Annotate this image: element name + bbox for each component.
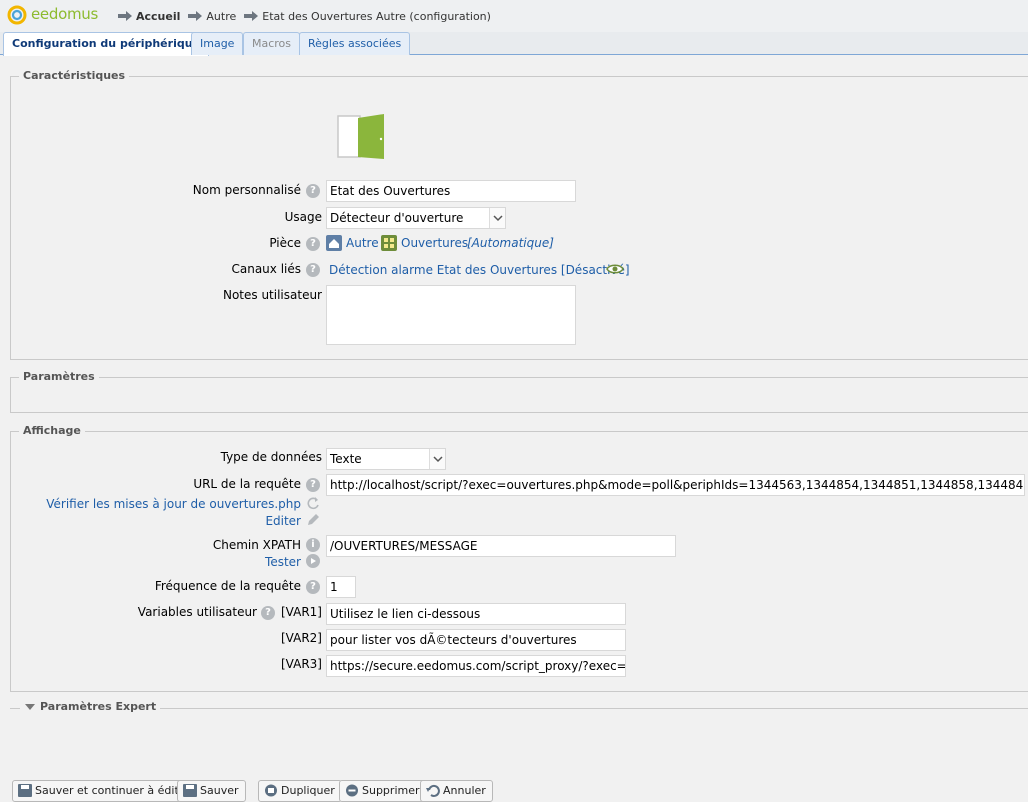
- label-url: URL de la requête: [193, 477, 301, 491]
- room-icon: [381, 235, 397, 251]
- nom-input[interactable]: Etat des Ouvertures: [326, 180, 576, 202]
- type-value: Texte: [330, 452, 362, 466]
- legend-caracteristiques: Caractéristiques: [19, 69, 130, 82]
- duplicate-label: Dupliquer: [281, 784, 335, 797]
- refresh-icon[interactable]: [306, 496, 320, 510]
- tab-bar: Configuration du périphérique Image Macr…: [0, 32, 1028, 56]
- piece-name-link[interactable]: Ouvertures: [401, 236, 468, 250]
- label-usage: Usage: [284, 210, 322, 224]
- label-var1: [VAR1]: [281, 605, 322, 619]
- arrow-right-icon: [188, 11, 203, 21]
- help-icon[interactable]: ?: [261, 606, 275, 620]
- cancel-button[interactable]: Annuler: [420, 780, 493, 802]
- tab-image[interactable]: Image: [191, 32, 244, 55]
- tab-configuration[interactable]: Configuration du périphérique: [3, 32, 210, 56]
- frequence-input[interactable]: 1: [326, 576, 356, 598]
- delete-button[interactable]: Supprimer: [339, 780, 427, 802]
- fieldset-parametres: Paramètres: [10, 370, 1028, 413]
- label-var3: [VAR3]: [281, 657, 322, 671]
- help-icon[interactable]: ?: [306, 237, 320, 251]
- duplicate-button[interactable]: Dupliquer: [258, 780, 342, 802]
- info-icon[interactable]: i: [306, 538, 320, 552]
- tab-regles[interactable]: Règles associées: [299, 32, 411, 55]
- cancel-label: Annuler: [443, 784, 486, 797]
- floppy-icon: [18, 784, 32, 797]
- play-icon[interactable]: [306, 554, 320, 568]
- delete-icon: [346, 784, 358, 797]
- tab-macros: Macros: [243, 32, 301, 55]
- label-frequence: Fréquence de la requête: [154, 579, 301, 593]
- breadcrumb-current: Etat des Ouvertures Autre (configuration…: [262, 9, 491, 23]
- chevron-down-icon[interactable]: [429, 449, 445, 469]
- breadcrumb-home[interactable]: Accueil: [136, 10, 180, 23]
- logo-text[interactable]: eedomus: [31, 5, 98, 23]
- label-variables: Variables utilisateur: [137, 605, 257, 619]
- piece-mode: [Automatique]: [467, 236, 554, 250]
- label-var2: [VAR2]: [281, 631, 322, 645]
- expert-divider: [10, 708, 1028, 709]
- duplicate-icon: [265, 784, 277, 797]
- label-canaux: Canaux liés: [231, 262, 301, 276]
- undo-icon: [426, 784, 440, 797]
- help-icon[interactable]: ?: [306, 263, 320, 277]
- save-continue-label: Sauver et continuer à éditer: [35, 784, 191, 797]
- breadcrumb: Accueil Autre Etat des Ouvertures Autre …: [118, 9, 499, 23]
- test-link[interactable]: Tester: [265, 555, 301, 569]
- help-icon[interactable]: ?: [306, 478, 320, 492]
- arrow-right-icon: [118, 11, 132, 21]
- breadcrumb-room[interactable]: Autre: [206, 10, 236, 23]
- fieldset-affichage: Affichage: [10, 424, 1028, 692]
- var2-input[interactable]: pour lister vos dÃ©tecteurs d'ouvertures: [326, 629, 626, 651]
- triangle-down-icon: [25, 703, 35, 710]
- delete-label: Supprimer: [362, 784, 420, 797]
- type-select[interactable]: Texte: [326, 448, 446, 470]
- var3-input[interactable]: https://secure.eedomus.com/script_proxy/…: [326, 655, 626, 677]
- url-input[interactable]: http://localhost/script/?exec=ouvertures…: [326, 474, 1025, 496]
- legend-affichage: Affichage: [19, 424, 85, 437]
- usage-select[interactable]: Détecteur d'ouverture: [326, 207, 506, 229]
- chevron-down-icon[interactable]: [489, 208, 505, 228]
- legend-expert: Paramètres Expert: [40, 700, 157, 713]
- save-button[interactable]: Sauver: [177, 780, 246, 802]
- check-update-link[interactable]: Vérifier les mises à jour de ouvertures.…: [46, 497, 301, 511]
- var1-input[interactable]: Utilisez le lien ci-dessous: [326, 603, 626, 625]
- label-type: Type de données: [220, 450, 322, 464]
- label-piece: Pièce: [269, 236, 301, 250]
- legend-parametres: Paramètres: [19, 370, 99, 383]
- piece-parent-link[interactable]: Autre: [346, 236, 379, 250]
- label-notes: Notes utilisateur: [222, 288, 322, 302]
- expert-toggle[interactable]: Paramètres Expert: [20, 700, 161, 713]
- xpath-input[interactable]: /OUVERTURES/MESSAGE: [326, 535, 676, 557]
- label-xpath: Chemin XPATH: [212, 538, 301, 552]
- usage-value: Détecteur d'ouverture: [330, 211, 464, 225]
- top-bar: eedomus Accueil Autre Etat des Ouverture…: [0, 0, 1028, 32]
- label-nom: Nom personnalisé: [192, 183, 301, 197]
- canaux-link[interactable]: Détection alarme Etat des Ouvertures [Dé…: [329, 263, 630, 277]
- save-label: Sauver: [200, 784, 239, 797]
- notes-textarea[interactable]: [326, 285, 576, 345]
- eye-icon[interactable]: [606, 262, 624, 276]
- save-continue-button[interactable]: Sauver et continuer à éditer: [12, 780, 198, 802]
- arrow-right-icon: [244, 11, 259, 21]
- room-parent-icon: [326, 235, 342, 251]
- floppy-icon: [183, 784, 197, 797]
- help-icon[interactable]: ?: [306, 184, 320, 198]
- help-icon[interactable]: ?: [306, 580, 320, 594]
- edit-link[interactable]: Editer: [265, 514, 301, 528]
- door-open-icon[interactable]: [336, 112, 388, 162]
- pencil-icon[interactable]: [306, 513, 320, 527]
- eedomus-logo-icon: [7, 5, 27, 25]
